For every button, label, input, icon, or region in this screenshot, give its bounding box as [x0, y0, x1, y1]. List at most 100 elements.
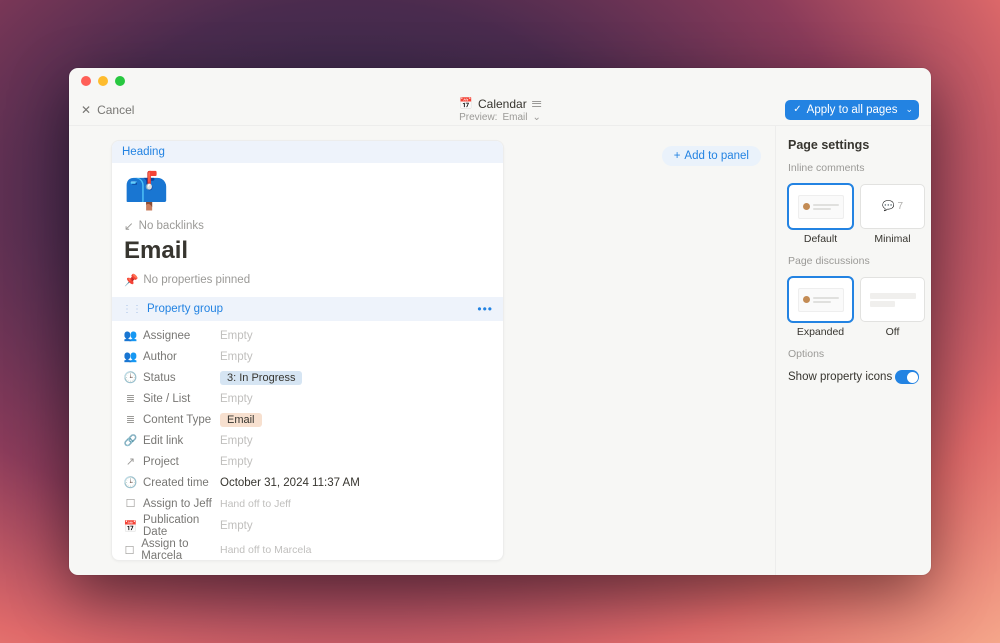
avatar-icon	[803, 296, 810, 303]
property-name: Edit link	[143, 435, 183, 447]
list-icon: ≣	[124, 413, 137, 426]
property-list: 👥 Assignee Empty 👥 Author Empty 🕒 Status 3: In P…	[112, 321, 503, 561]
pinned-text: No properties pinned	[143, 274, 250, 286]
property-value[interactable]: Empty	[220, 435, 253, 447]
option-caption: Expanded	[797, 326, 844, 338]
heading-section[interactable]: Heading	[112, 141, 503, 163]
inline-comments-options: Default 💬 7 Minimal	[788, 184, 919, 245]
preview-label: Preview:	[459, 112, 497, 123]
comment-icon: 💬	[882, 201, 894, 212]
cancel-label: Cancel	[97, 103, 134, 117]
chevron-down-icon: ⌄	[905, 104, 913, 115]
page-discussions-off-option[interactable]	[860, 277, 925, 322]
property-name: Created time	[143, 477, 209, 489]
page-discussions-expanded-option[interactable]	[788, 277, 853, 322]
property-label: ≣Site / List	[124, 392, 220, 405]
close-icon: ✕	[81, 103, 91, 117]
property-value[interactable]: Empty	[220, 456, 253, 468]
property-value[interactable]: October 31, 2024 11:37 AM	[220, 477, 360, 489]
property-row[interactable]: 🔗 Edit link Empty	[124, 430, 491, 451]
window-minimize-button[interactable]	[98, 76, 108, 86]
option-caption: Default	[804, 233, 837, 245]
sidebar-title: Page settings	[788, 138, 919, 152]
show-property-icons-toggle[interactable]	[895, 370, 919, 384]
property-value[interactable]: Empty	[220, 330, 253, 342]
option-caption: Off	[886, 326, 900, 338]
options-label: Options	[788, 348, 919, 360]
clock-icon: 🕒	[124, 476, 137, 489]
content-area: Heading 📫 ↙ No backlinks Email 📌 No prop…	[69, 126, 931, 575]
page-discussions-options: Expanded Off	[788, 277, 919, 338]
property-name: Project	[143, 456, 179, 468]
check-icon: ☐	[124, 497, 137, 510]
property-row[interactable]: ≣Site / ListEmpty	[124, 388, 491, 409]
backlinks-row[interactable]: ↙ No backlinks	[124, 219, 491, 233]
page-title[interactable]: Email	[124, 237, 491, 265]
property-value[interactable]: 3: In Progress	[220, 371, 302, 385]
inline-comments-default-option[interactable]	[788, 184, 853, 229]
property-row[interactable]: 👥 Author Empty	[124, 346, 491, 367]
cancel-button[interactable]: ✕ Cancel	[81, 103, 134, 117]
property-row[interactable]: ≣ Content Type Email	[124, 409, 491, 430]
add-to-panel-button[interactable]: + Add to panel	[662, 146, 761, 166]
main-panel: Heading 📫 ↙ No backlinks Email 📌 No prop…	[69, 126, 775, 575]
link-icon: 🔗	[124, 434, 137, 447]
property-label: 👥 Author	[124, 350, 220, 363]
property-value[interactable]: Hand off to Jeff	[220, 498, 291, 510]
property-value[interactable]: Hand off to Marcela	[220, 544, 311, 556]
property-label: 🕒 Status	[124, 371, 220, 384]
people-icon: 👥	[124, 329, 137, 342]
list-icon	[532, 101, 541, 107]
calendar-icon: 📅	[459, 97, 473, 110]
property-row[interactable]: 👥 Assignee Empty	[124, 325, 491, 346]
property-label: 📅Publication Date	[124, 514, 220, 538]
window-close-button[interactable]	[81, 76, 91, 86]
property-value[interactable]: Empty	[220, 520, 253, 532]
check-icon: ☐	[124, 544, 135, 557]
show-property-icons-label: Show property icons	[788, 371, 892, 383]
property-name: Author	[143, 351, 177, 363]
page-header: 📫 ↙ No backlinks Email 📌 No properties p…	[112, 163, 503, 297]
property-name: Content Type	[143, 414, 211, 426]
property-value[interactable]: Empty	[220, 393, 253, 405]
toolbar: ✕ Cancel 📅 Calendar Preview: Email ⌄ ✓ A…	[69, 94, 931, 126]
inline-comments-minimal-option[interactable]: 💬 7	[860, 184, 925, 229]
property-row[interactable]: ☐ Assign to MarcelaHand off to Marcela	[124, 538, 491, 561]
property-label: 🕒 Created time	[124, 476, 220, 489]
preview-selector[interactable]: Preview: Email ⌄	[459, 112, 541, 123]
property-row[interactable]: 📅Publication DateEmpty	[124, 514, 491, 538]
property-label: ☐ Assign to Marcela	[124, 538, 220, 561]
property-group-header[interactable]: ⋮⋮ Property group •••	[112, 297, 503, 321]
apply-to-all-pages-button[interactable]: ✓ Apply to all pages ⌄	[785, 100, 919, 120]
property-row[interactable]: 🕒 Status 3: In Progress	[124, 367, 491, 388]
property-group-label: Property group	[147, 303, 223, 315]
window-zoom-button[interactable]	[115, 76, 125, 86]
more-icon[interactable]: •••	[477, 302, 493, 316]
database-title-button[interactable]: 📅 Calendar	[459, 97, 540, 111]
toolbar-center: 📅 Calendar Preview: Email ⌄	[459, 97, 541, 123]
property-value[interactable]: Empty	[220, 351, 253, 363]
property-value[interactable]: Email	[220, 413, 262, 427]
page-icon[interactable]: 📫	[124, 173, 491, 209]
clock-icon: 🕒	[124, 371, 137, 384]
avatar-icon	[803, 203, 810, 210]
people-icon: 👥	[124, 350, 137, 363]
show-property-icons-row: Show property icons	[788, 370, 919, 384]
backlinks-text: No backlinks	[139, 220, 204, 232]
check-icon: ✓	[793, 104, 801, 115]
property-row[interactable]: 🕒 Created time October 31, 2024 11:37 AM	[124, 472, 491, 493]
property-label: 🔗 Edit link	[124, 434, 220, 447]
property-name: Status	[143, 372, 176, 384]
apply-label: Apply to all pages	[807, 104, 898, 116]
property-name: Assign to Marcela	[141, 538, 220, 561]
property-name: Assignee	[143, 330, 190, 342]
property-row[interactable]: ↗ProjectEmpty	[124, 451, 491, 472]
backlinks-icon: ↙	[124, 219, 134, 233]
app-window: ✕ Cancel 📅 Calendar Preview: Email ⌄ ✓ A…	[69, 68, 931, 575]
property-label: ↗Project	[124, 455, 220, 468]
property-label: ☐Assign to Jeff	[124, 497, 220, 510]
property-row[interactable]: ☐Assign to JeffHand off to Jeff	[124, 493, 491, 514]
option-caption: Minimal	[874, 233, 910, 245]
drag-handle-icon[interactable]: ⋮⋮	[122, 304, 142, 315]
database-title: Calendar	[478, 97, 527, 111]
